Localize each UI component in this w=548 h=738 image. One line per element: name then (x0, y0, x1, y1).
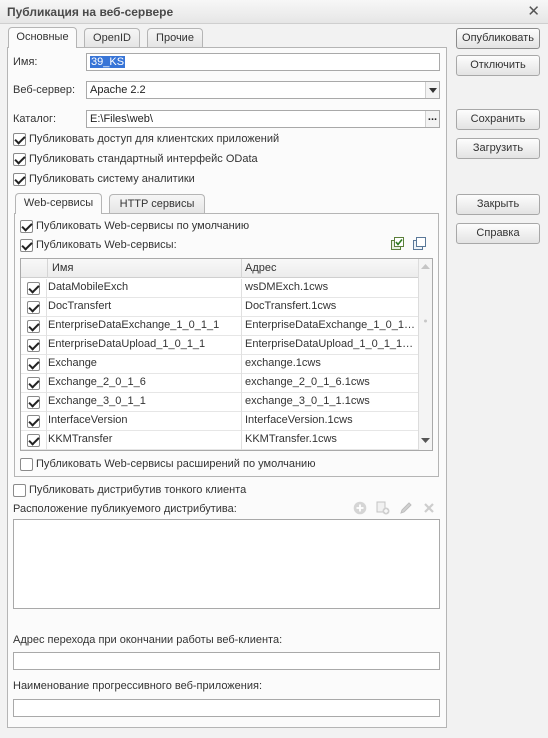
row-name: DataMobileExch (48, 281, 129, 293)
unpublish-button[interactable]: Отключить (456, 55, 540, 76)
table-row[interactable]: Exchange_3_0_1_1 exchange_3_0_1_1.1cws (21, 393, 419, 412)
window-title: Публикация на веб-сервере (7, 5, 174, 19)
pwa-label: Наименование прогрессивного веб-приложен… (13, 680, 263, 692)
row-name: DocTransfert (48, 300, 112, 312)
row-address: exchange_3_0_1_1.1cws (245, 395, 370, 407)
name-label: Имя: (13, 56, 38, 68)
table-scrollbar[interactable] (418, 259, 432, 450)
row-checkbox[interactable] (27, 282, 40, 295)
row-name: InterfaceVersion (48, 414, 128, 426)
server-label: Веб-сервер: (13, 84, 76, 96)
browse-icon[interactable]: ... (425, 111, 439, 127)
table-row[interactable]: EnterpriseDataUpload_1_0_1_1 EnterpriseD… (21, 336, 419, 355)
table-row[interactable]: DataMobileExch wsDMExch.1cws (21, 279, 419, 298)
title-bar: Публикация на веб-сервере ✕ (0, 0, 548, 24)
row-checkbox[interactable] (27, 320, 40, 333)
add-icon[interactable] (353, 501, 367, 515)
row-name: EnterpriseDataUpload_1_0_1_1 (48, 338, 206, 350)
tab-http-services[interactable]: HTTP сервисы (109, 194, 205, 214)
catalog-label: Каталог: (13, 113, 57, 125)
web-services-table[interactable]: Имя Адрес DataMobileExch wsDMExch.1cws D… (20, 258, 433, 451)
scroll-down-icon[interactable] (421, 437, 430, 444)
table-header: Имя Адрес (21, 259, 419, 278)
row-checkbox[interactable] (27, 377, 40, 390)
name-field[interactable]: 39_KS (86, 53, 440, 71)
copy-icon[interactable] (376, 501, 390, 515)
load-button[interactable]: Загрузить (456, 138, 540, 159)
row-address: KKMTransfer.1cws (245, 433, 337, 445)
row-checkbox[interactable] (27, 434, 40, 447)
client-access-checkbox[interactable] (13, 133, 26, 146)
table-row[interactable]: KKMTransfer KKMTransfer.1cws (21, 431, 419, 450)
ws-extensions-checkbox[interactable] (20, 458, 33, 471)
delete-icon[interactable] (422, 501, 436, 515)
row-name: Exchange_3_0_1_1 (48, 395, 146, 407)
row-address: exchange_2_0_1_6.1cws (245, 376, 370, 388)
analytics-label: Публиковать систему аналитики (29, 173, 195, 185)
tab-openid[interactable]: OpenID (84, 28, 140, 48)
tab-main[interactable]: Основные (8, 27, 77, 48)
scroll-up-icon[interactable] (421, 263, 430, 270)
ws-default-checkbox[interactable] (20, 220, 33, 233)
redirect-label: Адрес перехода при окончании работы веб-… (13, 634, 283, 646)
publish-button[interactable]: Опубликовать (456, 28, 540, 49)
table-row[interactable]: EnterpriseDataExchange_1_0_1_1 Enterpris… (21, 317, 419, 336)
name-value: 39_KS (90, 56, 126, 68)
column-address-header[interactable]: Адрес (245, 262, 277, 274)
table-row[interactable]: Exchange exchange.1cws (21, 355, 419, 374)
row-checkbox[interactable] (27, 358, 40, 371)
row-address: EnterpriseDataExchange_1_0_1_... (245, 319, 416, 331)
column-name-header[interactable]: Имя (52, 262, 73, 274)
distribution-location-label: Расположение публикуемого дистрибутива: (13, 503, 237, 515)
client-access-label: Публиковать доступ для клиентских прилож… (29, 133, 280, 145)
row-name: Exchange_2_0_1_6 (48, 376, 146, 388)
close-button[interactable]: Закрыть (456, 194, 540, 215)
tab-web-services[interactable]: Web-сервисы (15, 193, 102, 214)
row-checkbox[interactable] (27, 396, 40, 409)
thin-client-label: Публиковать дистрибутив тонкого клиента (29, 484, 247, 496)
row-checkbox[interactable] (27, 415, 40, 428)
ws-publish-label: Публиковать Web-сервисы: (36, 239, 177, 251)
odata-checkbox[interactable] (13, 153, 26, 166)
row-address: exchange.1cws (245, 357, 321, 369)
catalog-value: E:\Files\web\ (90, 113, 153, 125)
redirect-field[interactable] (13, 652, 440, 670)
uncheck-all-icon[interactable] (413, 237, 427, 251)
row-address: EnterpriseDataUpload_1_0_1_1.1... (245, 338, 416, 350)
edit-icon[interactable] (399, 501, 413, 515)
row-checkbox[interactable] (27, 301, 40, 314)
close-icon[interactable]: ✕ (527, 2, 540, 20)
row-name: EnterpriseDataExchange_1_0_1_1 (48, 319, 220, 331)
catalog-field[interactable]: E:\Files\web\ ... (86, 110, 440, 128)
chevron-down-icon[interactable] (425, 82, 439, 98)
row-checkbox[interactable] (27, 339, 40, 352)
help-button[interactable]: Справка (456, 223, 540, 244)
table-row[interactable]: DocTransfert DocTransfert.1cws (21, 298, 419, 317)
thin-client-checkbox[interactable] (13, 484, 26, 497)
row-name: KKMTransfer (48, 433, 113, 445)
distribution-location-list[interactable] (13, 519, 440, 609)
row-address: DocTransfert.1cws (245, 300, 337, 312)
row-name: Exchange (48, 357, 97, 369)
table-row[interactable]: Exchange_2_0_1_6 exchange_2_0_1_6.1cws (21, 374, 419, 393)
ws-publish-checkbox[interactable] (20, 239, 33, 252)
server-select[interactable]: Apache 2.2 (86, 81, 440, 99)
check-all-icon[interactable] (391, 237, 405, 251)
ws-extensions-label: Публиковать Web-сервисы расширений по ум… (36, 458, 316, 470)
row-address: InterfaceVersion.1cws (245, 414, 353, 426)
odata-label: Публиковать стандартный интерфейс OData (29, 153, 258, 165)
server-value: Apache 2.2 (90, 84, 146, 96)
ws-default-label: Публиковать Web-сервисы по умолчанию (36, 220, 250, 232)
tab-other[interactable]: Прочие (147, 28, 203, 48)
analytics-checkbox[interactable] (13, 173, 26, 186)
scroll-thumb-icon[interactable] (421, 317, 430, 325)
row-address: wsDMExch.1cws (245, 281, 329, 293)
pwa-name-field[interactable] (13, 699, 440, 717)
table-row[interactable]: InterfaceVersion InterfaceVersion.1cws (21, 412, 419, 431)
save-button[interactable]: Сохранить (456, 109, 540, 130)
